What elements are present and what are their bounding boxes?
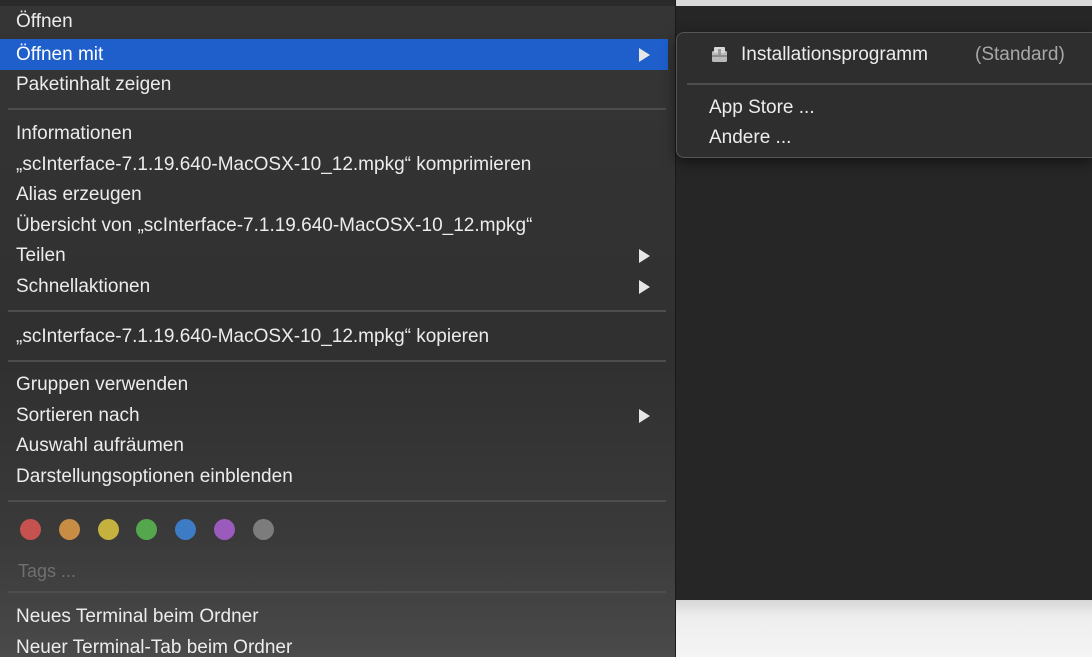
submenu-arrow-icon bbox=[639, 409, 650, 423]
menu-item-quick-actions[interactable]: Schnellaktionen bbox=[0, 271, 668, 302]
tag-red-dot[interactable] bbox=[20, 519, 41, 540]
menu-item-open[interactable]: Öffnen bbox=[0, 6, 668, 37]
menu-item-use-groups[interactable]: Gruppen verwenden bbox=[0, 369, 668, 400]
tag-yellow-dot[interactable] bbox=[98, 519, 119, 540]
tag-purple-dot[interactable] bbox=[214, 519, 235, 540]
menu-item-label: Informationen bbox=[16, 123, 133, 144]
menu-item-sort-by[interactable]: Sortieren nach bbox=[0, 400, 668, 431]
menu-item-show-package-contents[interactable]: Paketinhalt zeigen bbox=[0, 69, 668, 100]
menu-item-label: „scInterface-7.1.19.640-MacOSX-10_12.mpk… bbox=[16, 154, 532, 175]
menu-separator bbox=[8, 500, 666, 502]
menu-item-share[interactable]: Teilen bbox=[0, 240, 668, 271]
menu-separator bbox=[8, 108, 666, 110]
submenu-item-app-store[interactable]: App Store ... bbox=[677, 93, 1092, 123]
submenu-separator bbox=[687, 83, 1092, 85]
menu-item-get-info[interactable]: Informationen bbox=[0, 118, 668, 149]
default-app-suffix: (Standard) bbox=[975, 44, 1065, 65]
menu-separator bbox=[8, 591, 666, 593]
menu-item-label: Teilen bbox=[16, 245, 66, 266]
tags-field[interactable]: Tags ... bbox=[18, 557, 76, 585]
menu-item-label: Gruppen verwenden bbox=[16, 374, 189, 395]
menu-item-open-with[interactable]: Öffnen mit bbox=[0, 39, 668, 70]
submenu-item-installer[interactable]: Installationsprogramm (Standard) bbox=[677, 40, 1092, 70]
open-with-submenu: Installationsprogramm (Standard) App Sto… bbox=[676, 32, 1092, 158]
menu-item-label: Schnellaktionen bbox=[16, 276, 151, 297]
menu-item-show-view-options[interactable]: Darstellungsoptionen einblenden bbox=[0, 461, 668, 492]
menu-item-label: Sortieren nach bbox=[16, 405, 140, 426]
installer-icon bbox=[712, 47, 727, 62]
installer-label: Installationsprogramm bbox=[741, 44, 928, 65]
menu-item-label: Alias erzeugen bbox=[16, 184, 142, 205]
menu-item-clean-up-selection[interactable]: Auswahl aufräumen bbox=[0, 430, 668, 461]
menu-item-label: Neuer Terminal-Tab beim Ordner bbox=[16, 637, 293, 657]
menu-item-quick-look[interactable]: Übersicht von „scInterface-7.1.19.640-Ma… bbox=[0, 210, 668, 241]
background-window-edge bbox=[660, 0, 1092, 6]
submenu-arrow-icon bbox=[639, 280, 650, 294]
tag-green-dot[interactable] bbox=[136, 519, 157, 540]
submenu-item-label: Andere ... bbox=[709, 127, 792, 148]
submenu-arrow-icon bbox=[639, 249, 650, 263]
submenu-arrow-icon bbox=[639, 48, 650, 62]
menu-item-copy[interactable]: „scInterface-7.1.19.640-MacOSX-10_12.mpk… bbox=[0, 321, 668, 352]
menu-item-new-terminal-tab-at-folder[interactable]: Neuer Terminal-Tab beim Ordner bbox=[0, 632, 668, 657]
desktop-background bbox=[660, 600, 1092, 657]
context-menu: Öffnen Öffnen mit Paketinhalt zeigen Inf… bbox=[0, 0, 676, 657]
menu-item-label: Übersicht von „scInterface-7.1.19.640-Ma… bbox=[16, 215, 533, 236]
tag-gray-dot[interactable] bbox=[253, 519, 274, 540]
menu-item-label: „scInterface-7.1.19.640-MacOSX-10_12.mpk… bbox=[16, 326, 490, 347]
menu-item-label: Darstellungsoptionen einblenden bbox=[16, 466, 293, 487]
menu-item-new-terminal-at-folder[interactable]: Neues Terminal beim Ordner bbox=[0, 601, 668, 632]
menu-item-label: Auswahl aufräumen bbox=[16, 435, 184, 456]
menu-separator bbox=[8, 360, 666, 362]
tag-blue-dot[interactable] bbox=[175, 519, 196, 540]
submenu-item-other[interactable]: Andere ... bbox=[677, 123, 1092, 153]
menu-item-make-alias[interactable]: Alias erzeugen bbox=[0, 179, 668, 210]
menu-item-label: Neues Terminal beim Ordner bbox=[16, 606, 259, 627]
submenu-item-label: App Store ... bbox=[709, 97, 815, 118]
menu-item-label: Paketinhalt zeigen bbox=[16, 74, 172, 95]
menu-separator bbox=[8, 310, 666, 312]
menu-item-label: Öffnen bbox=[16, 11, 73, 32]
menu-item-label: Öffnen mit bbox=[16, 44, 104, 65]
tag-orange-dot[interactable] bbox=[59, 519, 80, 540]
menu-item-compress[interactable]: „scInterface-7.1.19.640-MacOSX-10_12.mpk… bbox=[0, 149, 668, 180]
